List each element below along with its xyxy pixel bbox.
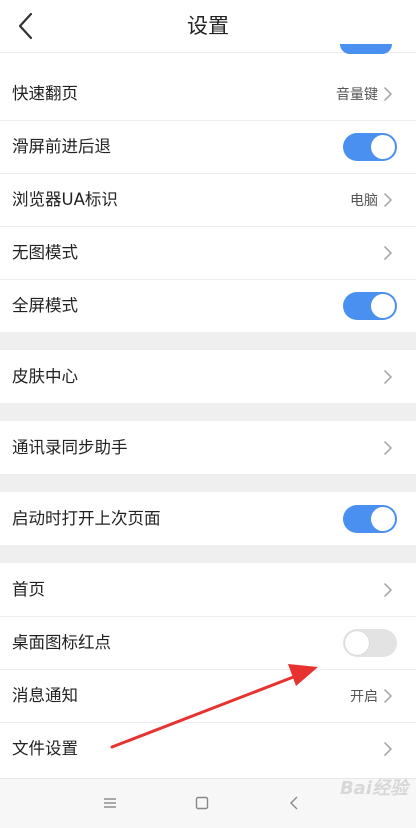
home-button[interactable] bbox=[190, 791, 214, 815]
menu-button[interactable] bbox=[98, 791, 122, 815]
toggle-knob bbox=[371, 293, 395, 318]
settings-list: 快速翻页 音量键滑屏前进后退 浏览器UA标识 电脑无图模式全屏模式皮肤中心通讯录同步助… bbox=[0, 67, 416, 775]
setting-label: 无图模式 bbox=[12, 243, 78, 262]
setting-row-0-4[interactable]: 全屏模式 bbox=[0, 279, 416, 332]
toggle-switch[interactable] bbox=[343, 504, 397, 533]
chevron-right-icon bbox=[384, 582, 392, 597]
section-divider bbox=[0, 545, 416, 563]
setting-row-4-0[interactable]: 首页 bbox=[0, 563, 416, 616]
setting-row-3-0[interactable]: 启动时打开上次页面 bbox=[0, 492, 416, 545]
section-divider bbox=[0, 403, 416, 421]
setting-control bbox=[382, 563, 394, 616]
setting-label: 桌面图标红点 bbox=[12, 633, 111, 652]
setting-row-0-0[interactable]: 快速翻页 音量键 bbox=[0, 67, 416, 120]
setting-value: 电脑 bbox=[350, 192, 378, 209]
setting-control: 开启 bbox=[350, 669, 394, 722]
setting-label: 文件设置 bbox=[12, 739, 78, 758]
chevron-right-icon bbox=[384, 245, 392, 260]
setting-label: 首页 bbox=[12, 580, 45, 599]
section-divider bbox=[0, 332, 416, 350]
chevron-right-icon bbox=[384, 440, 392, 455]
setting-value: 开启 bbox=[350, 688, 378, 705]
setting-row-0-1[interactable]: 滑屏前进后退 bbox=[0, 120, 416, 173]
setting-label: 快速翻页 bbox=[12, 84, 78, 103]
setting-control bbox=[343, 492, 397, 545]
chevron-right-icon bbox=[384, 741, 392, 756]
setting-control bbox=[382, 350, 394, 403]
setting-control bbox=[382, 722, 394, 775]
setting-row-4-2[interactable]: 消息通知 开启 bbox=[0, 669, 416, 722]
watermark: Bai经验 bbox=[339, 778, 408, 799]
setting-label: 皮肤中心 bbox=[12, 367, 78, 386]
chevron-right-icon bbox=[384, 192, 392, 207]
setting-control: 电脑 bbox=[350, 173, 394, 226]
setting-control: 音量键 bbox=[336, 67, 394, 120]
system-back-button[interactable] bbox=[282, 791, 306, 815]
home-square-icon bbox=[195, 796, 209, 810]
back-triangle-icon bbox=[290, 796, 298, 810]
section-divider bbox=[0, 474, 416, 492]
setting-row-0-3[interactable]: 无图模式 bbox=[0, 226, 416, 279]
menu-icon bbox=[104, 798, 116, 808]
setting-label: 全屏模式 bbox=[12, 296, 78, 315]
setting-label: 浏览器UA标识 bbox=[12, 190, 118, 209]
toggle-knob bbox=[371, 134, 395, 159]
setting-label: 启动时打开上次页面 bbox=[12, 509, 161, 528]
toggle-knob bbox=[345, 630, 369, 655]
toggle-switch[interactable] bbox=[343, 132, 397, 161]
chevron-right-icon bbox=[384, 86, 392, 101]
setting-label: 消息通知 bbox=[12, 686, 78, 705]
setting-control bbox=[382, 226, 394, 279]
back-button[interactable] bbox=[6, 6, 46, 46]
chevron-right-icon bbox=[384, 369, 392, 384]
toggle-switch[interactable] bbox=[343, 291, 397, 320]
partially-hidden-toggle[interactable] bbox=[340, 44, 392, 54]
toggle-knob bbox=[371, 506, 395, 531]
setting-row-0-2[interactable]: 浏览器UA标识 电脑 bbox=[0, 173, 416, 226]
setting-row-4-3[interactable]: 文件设置 bbox=[0, 722, 416, 775]
setting-row-1-0[interactable]: 皮肤中心 bbox=[0, 350, 416, 403]
setting-control bbox=[343, 279, 397, 332]
setting-control bbox=[343, 616, 397, 669]
setting-value: 音量键 bbox=[336, 86, 378, 103]
toggle-switch[interactable] bbox=[343, 628, 397, 657]
chevron-right-icon bbox=[384, 688, 392, 703]
chevron-left-icon bbox=[18, 12, 33, 40]
setting-label: 滑屏前进后退 bbox=[12, 137, 111, 156]
setting-control bbox=[382, 421, 394, 474]
setting-row-4-1[interactable]: 桌面图标红点 bbox=[0, 616, 416, 669]
setting-label: 通讯录同步助手 bbox=[12, 438, 128, 457]
setting-row-2-0[interactable]: 通讯录同步助手 bbox=[0, 421, 416, 474]
setting-control bbox=[343, 120, 397, 173]
